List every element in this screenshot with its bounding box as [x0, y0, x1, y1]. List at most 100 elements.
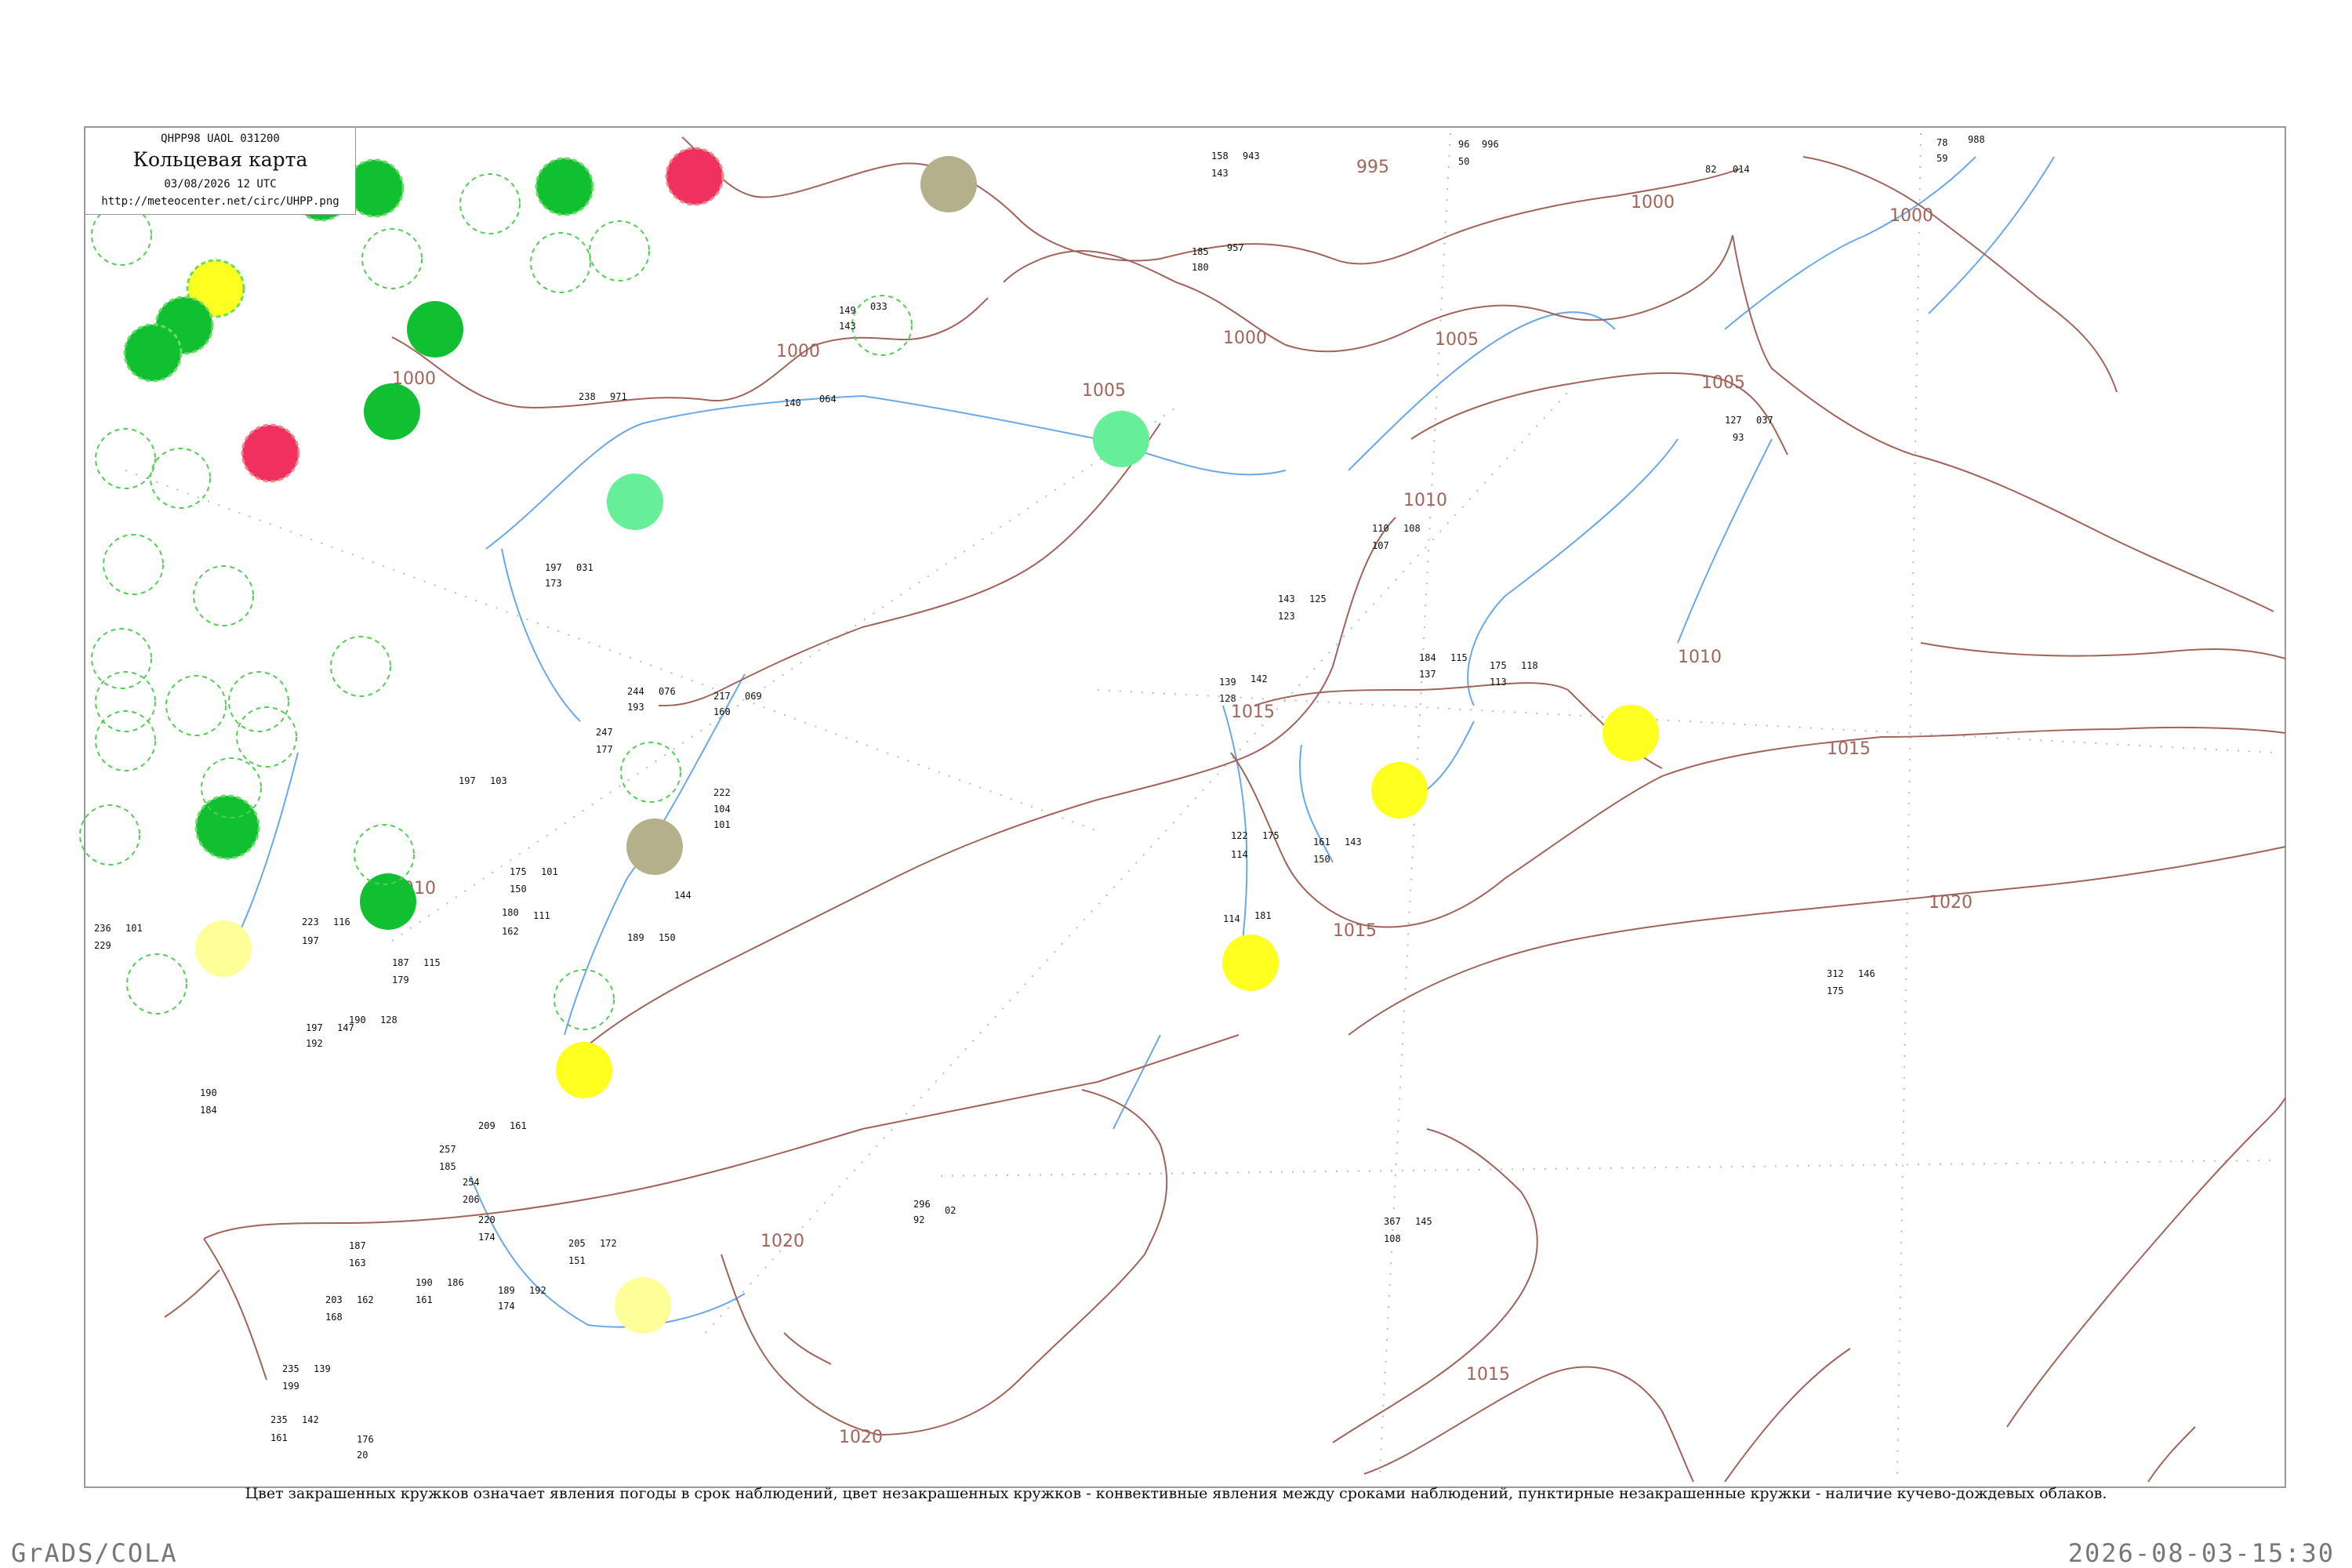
- station-circle-green[interactable]: [535, 157, 594, 216]
- svg-text:185: 185: [1192, 246, 1209, 257]
- map-header: QHPP98 UAOL 031200 Кольцевая карта 03/08…: [85, 127, 356, 215]
- station-circle-yellow[interactable]: [556, 1042, 612, 1098]
- svg-text:187: 187: [392, 957, 409, 968]
- station-circle-paleyellow[interactable]: [195, 920, 252, 977]
- svg-text:187: 187: [349, 1240, 366, 1251]
- isobar-label: 1020: [1929, 893, 1973, 913]
- svg-text:206: 206: [463, 1194, 480, 1205]
- svg-text:115: 115: [423, 957, 441, 968]
- station-circle-yellow[interactable]: [1371, 762, 1428, 818]
- svg-text:193: 193: [627, 702, 644, 713]
- isobar-label: 1005: [1701, 373, 1745, 393]
- station-circle-red[interactable]: [241, 423, 300, 483]
- svg-text:173: 173: [545, 578, 562, 589]
- svg-text:192: 192: [529, 1285, 546, 1296]
- svg-text:236: 236: [94, 923, 111, 934]
- svg-text:064: 064: [819, 394, 837, 405]
- source-url[interactable]: http://meteocenter.net/circ/UHPP.png: [85, 195, 355, 208]
- svg-text:103: 103: [490, 775, 507, 786]
- svg-text:179: 179: [392, 975, 409, 985]
- svg-text:118: 118: [1521, 660, 1538, 671]
- station-circle-lightgreen[interactable]: [1093, 411, 1149, 467]
- svg-text:254: 254: [463, 1177, 480, 1188]
- rivers: [234, 156, 2055, 1328]
- svg-text:150: 150: [659, 932, 676, 943]
- station-plots: 158 943 143 96 996 50 78 988 59 82 014 185 957 18…: [94, 134, 1985, 1461]
- svg-text:069: 069: [745, 691, 762, 702]
- svg-text:174: 174: [498, 1301, 515, 1312]
- svg-text:033: 033: [870, 301, 887, 312]
- svg-text:20: 20: [357, 1450, 368, 1461]
- station-circle-green[interactable]: [364, 383, 420, 440]
- render-timestamp: 2026-08-03-15:30: [2067, 1538, 2335, 1568]
- svg-text:104: 104: [713, 804, 731, 815]
- svg-text:031: 031: [576, 562, 593, 573]
- station-circle-red[interactable]: [665, 147, 724, 206]
- svg-text:137: 137: [1419, 669, 1436, 680]
- svg-text:101: 101: [713, 819, 731, 830]
- isobar-label: 1015: [1231, 702, 1275, 722]
- svg-text:161: 161: [510, 1120, 527, 1131]
- station-circle-yellow[interactable]: [1222, 935, 1279, 991]
- station-circle-paleyellow[interactable]: [615, 1277, 671, 1334]
- isobar-label: 1015: [1466, 1365, 1510, 1385]
- svg-text:190: 190: [416, 1277, 433, 1288]
- station-circle-lightgreen[interactable]: [607, 474, 663, 530]
- svg-text:235: 235: [270, 1414, 288, 1425]
- svg-text:158: 158: [1211, 151, 1229, 162]
- svg-text:197: 197: [302, 935, 319, 946]
- svg-text:113: 113: [1490, 677, 1507, 688]
- station-circle-green[interactable]: [407, 301, 463, 358]
- svg-text:101: 101: [541, 866, 558, 877]
- svg-text:150: 150: [1313, 854, 1330, 865]
- station-circle-green[interactable]: [194, 794, 260, 860]
- svg-text:128: 128: [1219, 693, 1236, 704]
- svg-text:988: 988: [1968, 134, 1985, 145]
- isobar-label: 1015: [1827, 739, 1871, 759]
- svg-text:014: 014: [1733, 164, 1750, 175]
- isobar-label: 995: [1356, 158, 1389, 177]
- svg-text:180: 180: [1192, 262, 1209, 273]
- bulletin-code: QHPP98 UAOL 031200: [161, 132, 280, 145]
- svg-text:257: 257: [439, 1144, 456, 1155]
- svg-text:161: 161: [270, 1432, 288, 1443]
- svg-text:114: 114: [1223, 913, 1240, 924]
- station-circle-green[interactable]: [360, 873, 416, 930]
- svg-text:367: 367: [1384, 1216, 1401, 1227]
- svg-text:160: 160: [713, 706, 731, 717]
- svg-text:149: 149: [839, 305, 856, 316]
- svg-text:122: 122: [1231, 830, 1248, 841]
- svg-text:176: 176: [357, 1434, 374, 1445]
- svg-text:143: 143: [839, 321, 856, 332]
- station-circle-olive[interactable]: [920, 156, 977, 212]
- svg-text:199: 199: [282, 1381, 299, 1392]
- svg-text:125: 125: [1309, 593, 1327, 604]
- svg-text:222: 222: [713, 787, 731, 798]
- svg-text:037: 037: [1756, 415, 1773, 426]
- svg-text:181: 181: [1254, 910, 1272, 921]
- svg-text:172: 172: [600, 1238, 617, 1249]
- station-circle-yellow[interactable]: [1602, 705, 1659, 761]
- svg-text:101: 101: [125, 923, 143, 934]
- svg-text:151: 151: [568, 1255, 586, 1266]
- svg-text:217: 217: [713, 691, 731, 702]
- isobar-label: 1005: [1435, 330, 1479, 350]
- svg-text:175: 175: [1262, 830, 1279, 841]
- station-circle-green[interactable]: [123, 323, 183, 383]
- svg-text:189: 189: [627, 932, 644, 943]
- isobar-labels: 995 1000 1000 1000 1000 1000 1005 1005 1…: [392, 158, 1973, 1447]
- svg-text:111: 111: [533, 910, 550, 921]
- svg-text:957: 957: [1227, 242, 1244, 253]
- svg-text:223: 223: [302, 916, 319, 927]
- svg-text:143: 143: [1278, 593, 1295, 604]
- svg-text:140: 140: [784, 397, 801, 408]
- station-circle-olive[interactable]: [626, 818, 683, 875]
- grads-credit: GrADS/COLA: [11, 1538, 178, 1568]
- svg-text:78: 78: [1936, 137, 1947, 148]
- svg-text:076: 076: [659, 686, 676, 697]
- svg-text:244: 244: [627, 686, 644, 697]
- svg-text:162: 162: [502, 926, 519, 937]
- svg-text:943: 943: [1243, 151, 1260, 162]
- svg-text:247: 247: [596, 727, 613, 738]
- svg-text:203: 203: [325, 1294, 343, 1305]
